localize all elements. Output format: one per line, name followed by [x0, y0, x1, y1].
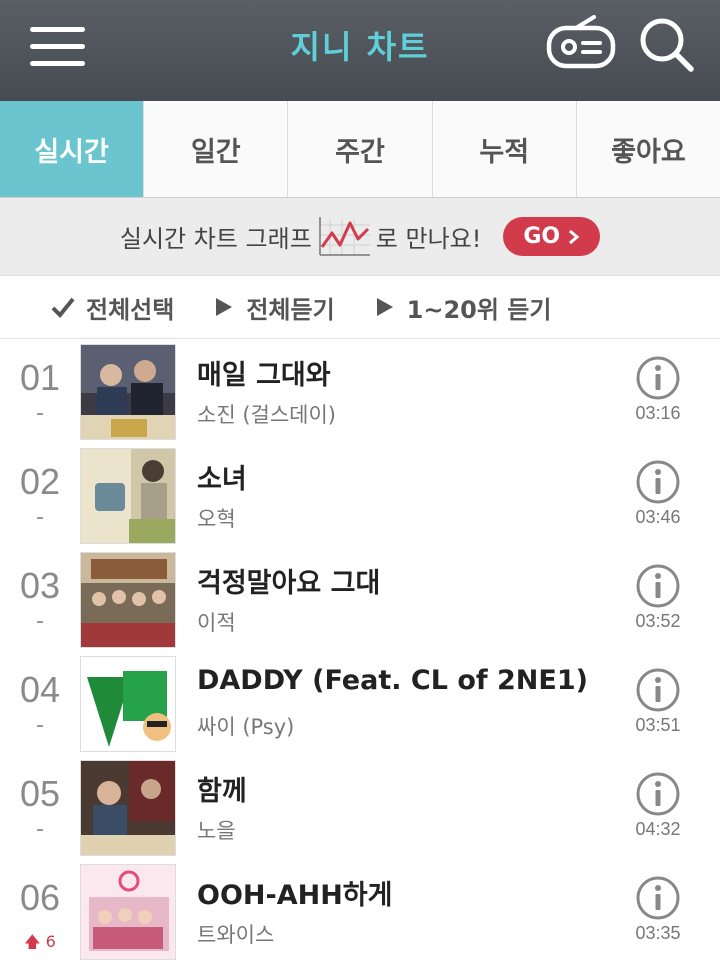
app-header: 지니 차트 [0, 0, 720, 101]
track-duration: 03:52 [635, 611, 681, 631]
chart-list: 01 - 매일 그대와 소진 (걸스데이) 03:16 02 - 소녀 오혁 0… [0, 339, 720, 963]
chart-row[interactable]: 05 - 함께 노을 04:32 [0, 755, 720, 859]
info-icon[interactable] [635, 459, 681, 505]
select-all-label: 전체선택 [86, 295, 175, 324]
chart-row[interactable]: 01 - 매일 그대와 소진 (걸스데이) 03:16 [0, 339, 720, 443]
go-button[interactable]: GO [503, 217, 601, 256]
song-title[interactable]: DADDY (Feat. CL of 2NE1) [197, 665, 588, 696]
chart-row[interactable]: 06 🡅 6 OOH-AHH하게 트와이스 03:35 [0, 859, 720, 963]
artist-name[interactable]: 트와이스 [197, 919, 274, 949]
banner-text-after: 로 만나요! [375, 225, 482, 253]
tab-realtime[interactable]: 실시간 [0, 101, 145, 197]
track-duration: 03:16 [635, 403, 681, 423]
track-duration: 03:35 [635, 923, 681, 943]
album-art[interactable] [80, 552, 176, 648]
rank-change: - [36, 401, 44, 426]
song-title[interactable]: 매일 그대와 [197, 353, 331, 392]
info-icon[interactable] [635, 771, 681, 817]
rank-number: 06 [19, 877, 61, 918]
artist-name[interactable]: 소진 (걸스데이) [197, 399, 336, 429]
tab-weekly[interactable]: 주간 [288, 101, 433, 197]
rank-number: 01 [19, 357, 61, 398]
search-icon[interactable] [638, 16, 696, 74]
banner-text-before: 실시간 차트 그래프 [119, 225, 312, 253]
artist-name[interactable]: 이적 [197, 607, 236, 637]
song-title[interactable]: 걱정말아요 그대 [197, 561, 380, 600]
realtime-graph-banner: 실시간 차트 그래프 로 만나요! GO [0, 198, 720, 276]
info-icon[interactable] [635, 355, 681, 401]
chevron-right-icon [569, 229, 580, 244]
info-icon[interactable] [635, 667, 681, 713]
play-all-label: 전체듣기 [246, 295, 335, 324]
rank-change: - [36, 505, 44, 530]
rank-change-amount: 6 [45, 932, 56, 951]
chart-row[interactable]: 04 - DADDY (Feat. CL of 2NE1) 싸이 (Psy) 0… [0, 651, 720, 755]
rank-number: 02 [19, 461, 61, 502]
album-art[interactable] [80, 344, 176, 440]
checkmark-icon [51, 297, 75, 318]
rank-number: 04 [19, 669, 61, 710]
rank-change: - [36, 817, 44, 842]
album-art[interactable] [80, 760, 176, 856]
play-icon [376, 298, 393, 316]
arrow-up-icon: 🡅 [24, 932, 41, 951]
info-icon[interactable] [635, 875, 681, 921]
album-art[interactable] [80, 656, 176, 752]
playback-controls: 전체선택 전체듣기 1~20위 듣기 [0, 276, 720, 339]
tab-likes[interactable]: 좋아요 [577, 101, 720, 197]
tab-daily[interactable]: 일간 [144, 101, 289, 197]
song-title[interactable]: 소녀 [197, 457, 247, 496]
track-duration: 04:32 [635, 819, 681, 839]
rank-number: 05 [19, 773, 61, 814]
artist-name[interactable]: 노을 [197, 815, 236, 845]
info-icon[interactable] [635, 563, 681, 609]
song-title[interactable]: OOH-AHH하게 [197, 873, 392, 912]
go-button-label: GO [523, 224, 561, 249]
chart-row[interactable]: 03 - 걱정말아요 그대 이적 03:52 [0, 547, 720, 651]
select-all-button[interactable]: 전체선택 [50, 290, 174, 325]
artist-name[interactable]: 싸이 (Psy) [197, 711, 294, 741]
album-art[interactable] [80, 448, 176, 544]
album-art[interactable] [80, 864, 176, 960]
rank-change-up: 🡅 6 [0, 931, 80, 958]
play-top20-label: 1~20위 듣기 [406, 295, 552, 324]
rank-change: - [36, 609, 44, 634]
song-title[interactable]: 함께 [197, 769, 247, 808]
line-graph-icon [319, 216, 370, 256]
artist-name[interactable]: 오혁 [197, 503, 236, 533]
track-duration: 03:51 [635, 715, 681, 735]
chart-row[interactable]: 02 - 소녀 오혁 03:46 [0, 443, 720, 547]
tab-cumulative[interactable]: 누적 [433, 101, 577, 197]
rank-number: 03 [19, 565, 61, 606]
chart-tabs: 실시간 일간 주간 누적 좋아요 [0, 101, 720, 198]
rank-change: - [36, 713, 44, 738]
play-top20-button[interactable]: 1~20위 듣기 [371, 290, 552, 325]
play-all-button[interactable]: 전체듣기 [210, 290, 335, 325]
track-duration: 03:46 [635, 507, 681, 527]
radio-icon[interactable] [546, 14, 616, 70]
play-icon [216, 298, 233, 316]
